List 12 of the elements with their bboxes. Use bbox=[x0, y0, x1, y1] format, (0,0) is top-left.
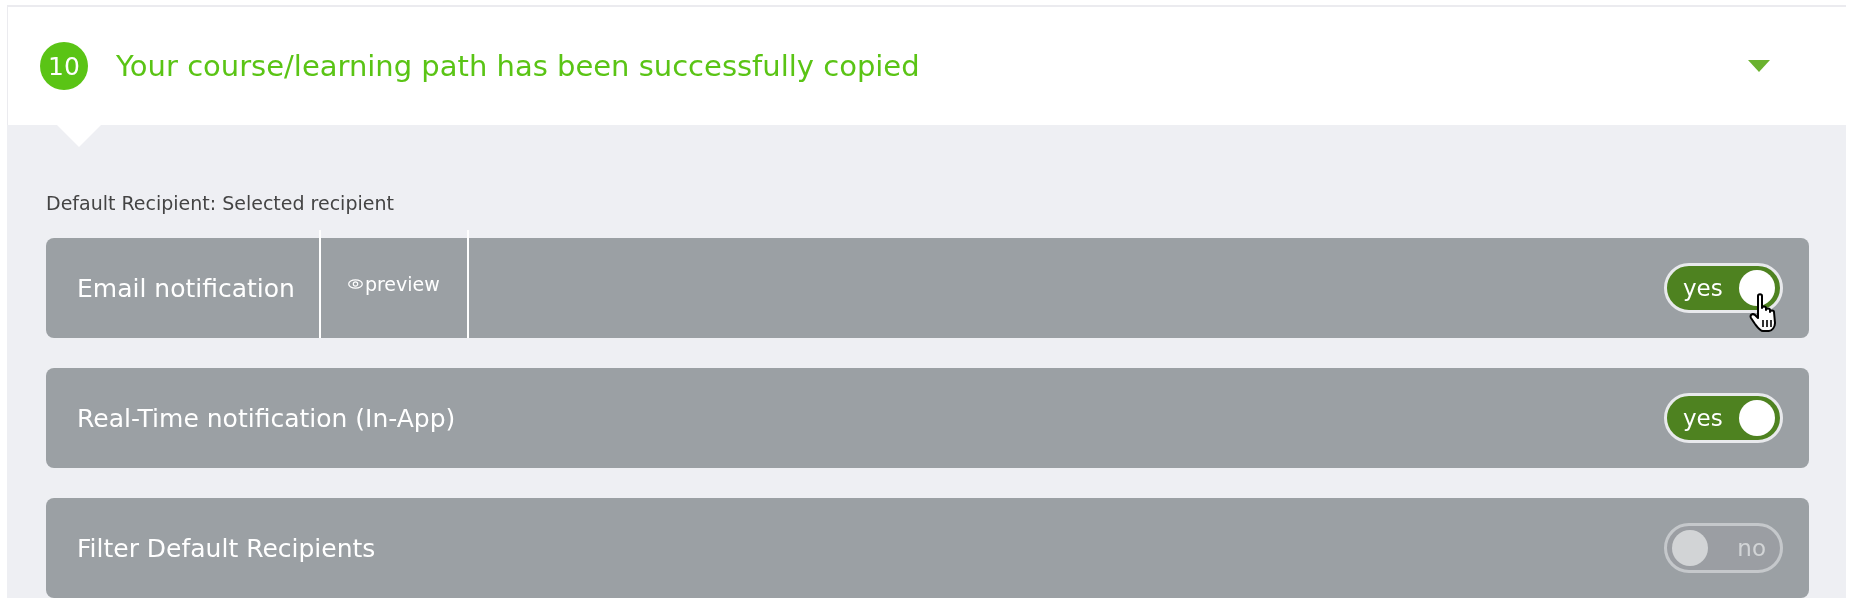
notification-label: Email notification bbox=[76, 272, 296, 305]
step-number-badge: 10 bbox=[40, 42, 88, 90]
notification-label: Real-Time notification (In-App) bbox=[76, 402, 457, 435]
preview-link[interactable]: preview bbox=[318, 230, 469, 338]
step-title: Your course/learning path has been successfully copied bbox=[116, 49, 920, 83]
caret-icon[interactable] bbox=[1748, 60, 1770, 72]
toggle-switch[interactable]: yes bbox=[1664, 263, 1783, 313]
eye-icon bbox=[347, 279, 363, 289]
step-header[interactable]: 10 Your course/learning path has been successfully copied bbox=[7, 5, 1846, 125]
toggle-switch[interactable]: yes bbox=[1664, 393, 1783, 443]
notification-label: Filter Default Recipients bbox=[76, 532, 377, 565]
default-recipient-text: Default Recipient: Selected recipient bbox=[46, 192, 395, 214]
